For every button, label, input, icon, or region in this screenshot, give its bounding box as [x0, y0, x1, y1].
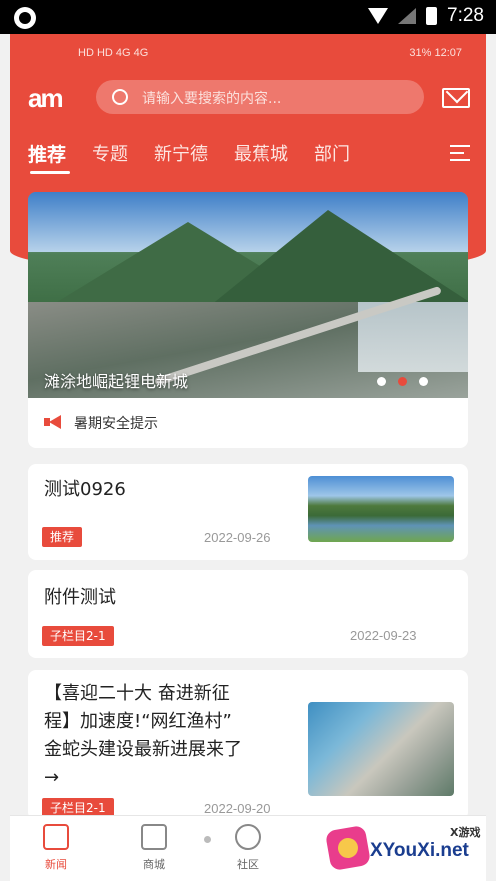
banner-carousel[interactable]: 滩涂地崛起锂电新城	[28, 192, 468, 398]
app-logo[interactable]: am	[28, 85, 80, 111]
inner-status-bar: HD HD 4G 4G 31% 12:07	[10, 34, 486, 74]
active-tab-indicator	[30, 171, 70, 174]
article-card[interactable]: 附件测试 子栏目2-1 2022-09-23	[28, 570, 468, 658]
notice-bar[interactable]: 暑期安全提示	[28, 398, 468, 448]
tab-jiaocheng[interactable]: 最蕉城	[234, 140, 288, 166]
news-icon	[43, 824, 69, 850]
menu-icon[interactable]	[450, 145, 470, 161]
article-card[interactable]: 【喜迎二十大 奋进新征 程】加速度!“网红渔村” 金蛇头建设最新进展来了 → 子…	[28, 670, 468, 820]
article-title-line: 金蛇头建设最新进展来了	[44, 739, 242, 760]
nav-news[interactable]: 新闻	[26, 824, 86, 872]
article-thumbnail	[308, 702, 454, 796]
nav-community[interactable]: 社区	[218, 824, 278, 872]
carousel-dot-active[interactable]	[398, 377, 407, 386]
carousel-dots	[377, 377, 428, 386]
article-thumbnail	[308, 476, 454, 542]
nav-indicator-dot	[204, 836, 211, 843]
shop-icon	[141, 824, 167, 850]
wifi-icon	[368, 8, 389, 24]
search-bar[interactable]: 请输入要搜索的内容...	[96, 80, 424, 114]
tab-xinningde[interactable]: 新宁德	[154, 140, 208, 166]
article-title: 【喜迎二十大 奋进新征 程】加速度!“网红渔村” 金蛇头建设最新进展来了 →	[44, 680, 304, 792]
banner-caption: 滩涂地崛起锂电新城	[44, 372, 189, 391]
article-date: 2022-09-26	[204, 530, 271, 545]
megaphone-icon	[44, 415, 62, 429]
article-card[interactable]: 测试0926 推荐 2022-09-26	[28, 464, 468, 560]
carousel-dot[interactable]	[419, 377, 428, 386]
nav-shop-label: 商城	[143, 858, 165, 871]
article-title: 测试0926	[44, 479, 126, 500]
article-title-line: 【喜迎二十大 奋进新征	[44, 683, 230, 704]
clock: 7:28	[447, 5, 484, 26]
tab-topics[interactable]: 专题	[92, 140, 128, 166]
app-notification-icon	[14, 7, 36, 29]
article-tag: 子栏目2-1	[42, 626, 114, 646]
article-title-line: 程】加速度!“网红渔村”	[44, 711, 232, 732]
notice-text: 暑期安全提示	[74, 416, 158, 432]
article-date: 2022-09-20	[204, 801, 271, 816]
watermark-small: X游戏	[450, 826, 481, 839]
inner-status-left: HD HD 4G 4G	[78, 47, 149, 59]
signal-icon	[398, 8, 417, 24]
gamepad-icon	[324, 824, 372, 872]
search-placeholder: 请输入要搜索的内容...	[142, 91, 282, 107]
device-status-bar: 7:28	[0, 0, 496, 34]
article-tag: 推荐	[42, 527, 83, 547]
watermark-brand: XYouXi.net	[370, 840, 469, 861]
tab-recommend[interactable]: 推荐	[28, 140, 66, 166]
nav-news-label: 新闻	[45, 858, 67, 871]
article-title-line: →	[44, 767, 60, 788]
compass-icon	[235, 824, 261, 850]
channel-tabs: 推荐 专题 新宁德 最蕉城 部门	[28, 140, 350, 174]
article-title: 附件测试	[44, 587, 116, 608]
inner-status-right: 31% 12:07	[409, 47, 462, 59]
article-date: 2022-09-23	[350, 628, 417, 643]
nav-community-label: 社区	[237, 858, 259, 871]
search-icon	[112, 89, 128, 105]
carousel-dot[interactable]	[377, 377, 386, 386]
watermark-logo: X游戏 XYouXi.net	[324, 822, 488, 876]
tab-departments[interactable]: 部门	[314, 140, 350, 166]
status-icons: 7:28	[368, 5, 484, 27]
mail-icon[interactable]	[442, 88, 470, 108]
nav-shop[interactable]: 商城	[124, 824, 184, 872]
battery-icon	[426, 7, 438, 25]
